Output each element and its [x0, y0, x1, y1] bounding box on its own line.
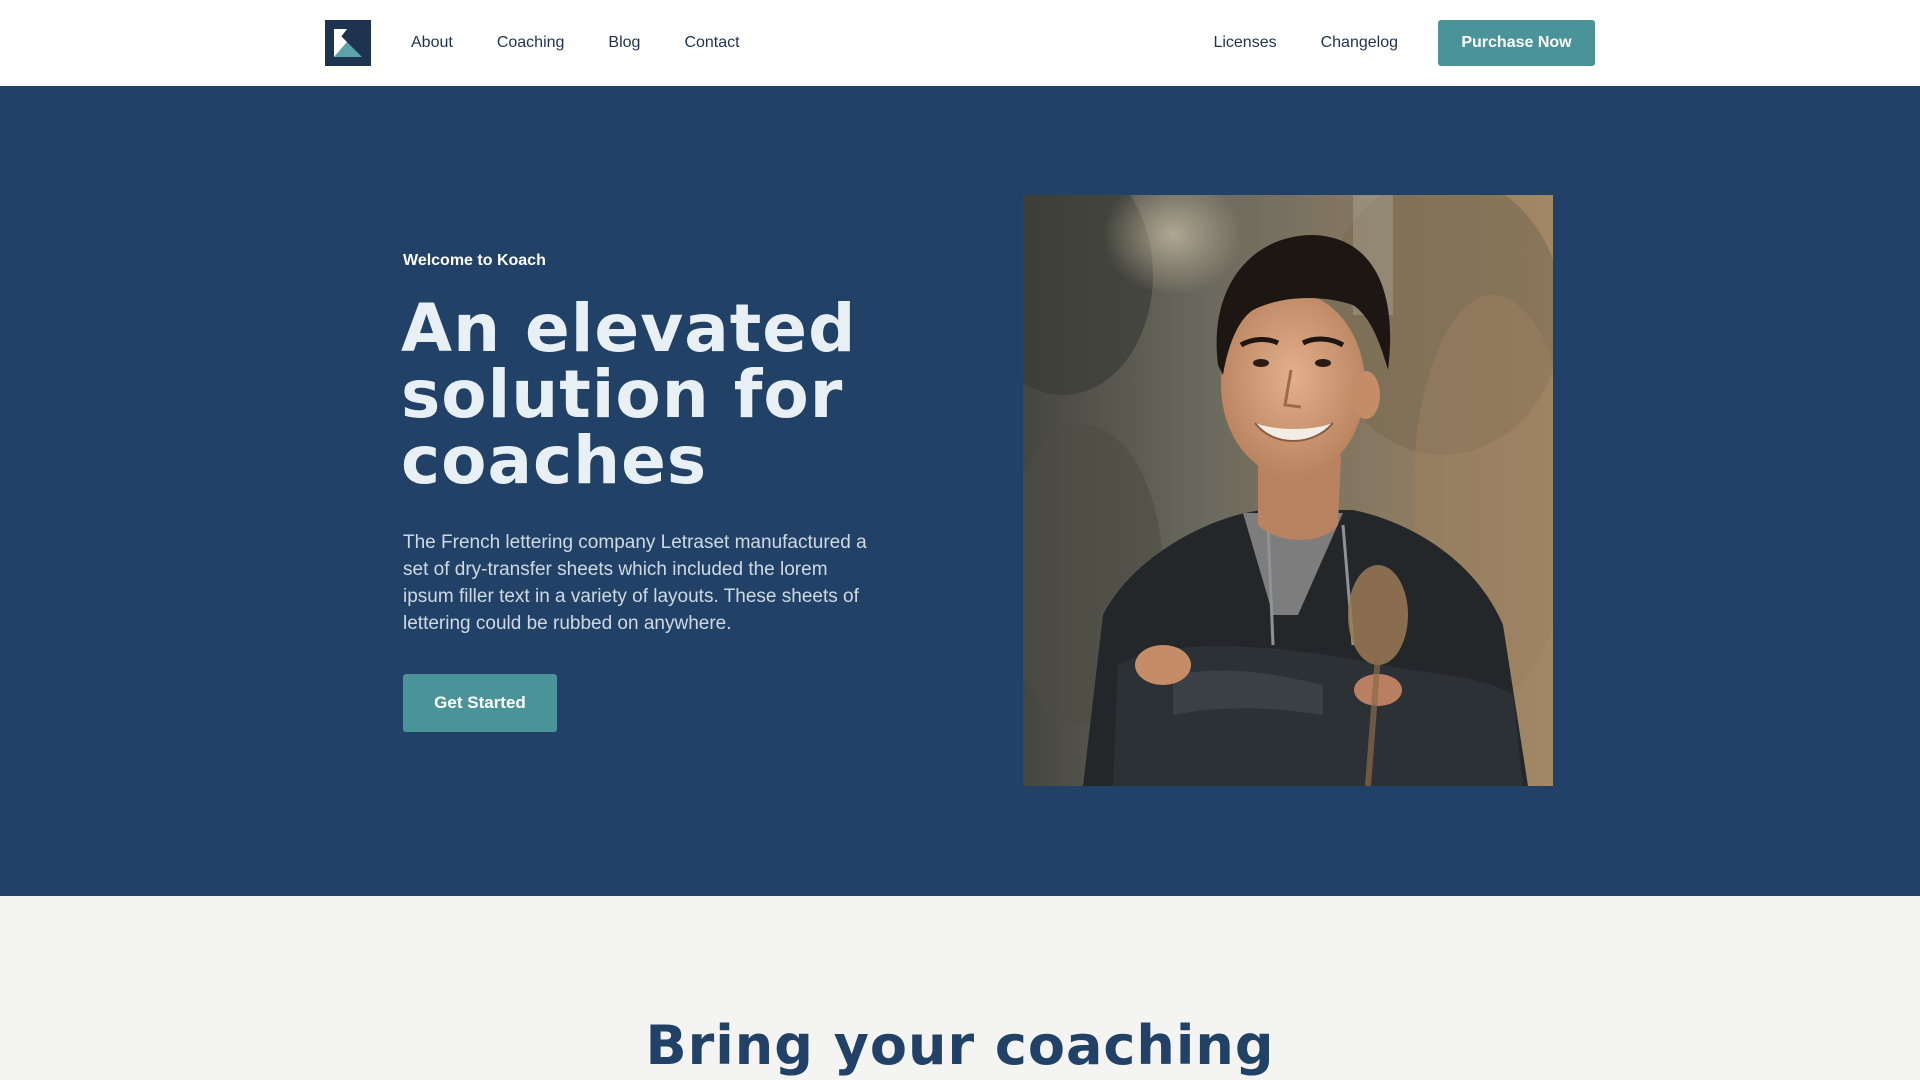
hero-portrait-image: [1023, 195, 1553, 786]
features-section: Bring your coaching: [0, 896, 1920, 1080]
nav-link-licenses[interactable]: Licenses: [1213, 34, 1276, 52]
nav-link-contact[interactable]: Contact: [684, 34, 739, 52]
get-started-button[interactable]: Get Started: [403, 674, 557, 732]
primary-nav: About Coaching Blog Contact: [411, 0, 740, 86]
nav-link-blog[interactable]: Blog: [608, 34, 640, 52]
features-heading: Bring your coaching: [645, 1014, 1275, 1077]
secondary-nav: Licenses Changelog Purchase Now: [1213, 0, 1595, 86]
hero-section: Welcome to Koach An elevated solution fo…: [0, 86, 1920, 896]
hero-description: The French lettering company Letraset ma…: [403, 532, 867, 634]
top-nav: About Coaching Blog Contact Licenses Cha…: [0, 0, 1920, 86]
hero-headline: An elevated solution for coaches: [401, 290, 857, 499]
nav-link-coaching[interactable]: Coaching: [497, 34, 565, 52]
k-logo-icon[interactable]: [325, 20, 371, 66]
purchase-now-button[interactable]: Purchase Now: [1438, 20, 1595, 66]
nav-link-about[interactable]: About: [411, 34, 453, 52]
hero-eyebrow: Welcome to Koach: [403, 252, 546, 269]
portrait-illustration: [1023, 195, 1553, 786]
nav-link-changelog[interactable]: Changelog: [1321, 34, 1398, 52]
